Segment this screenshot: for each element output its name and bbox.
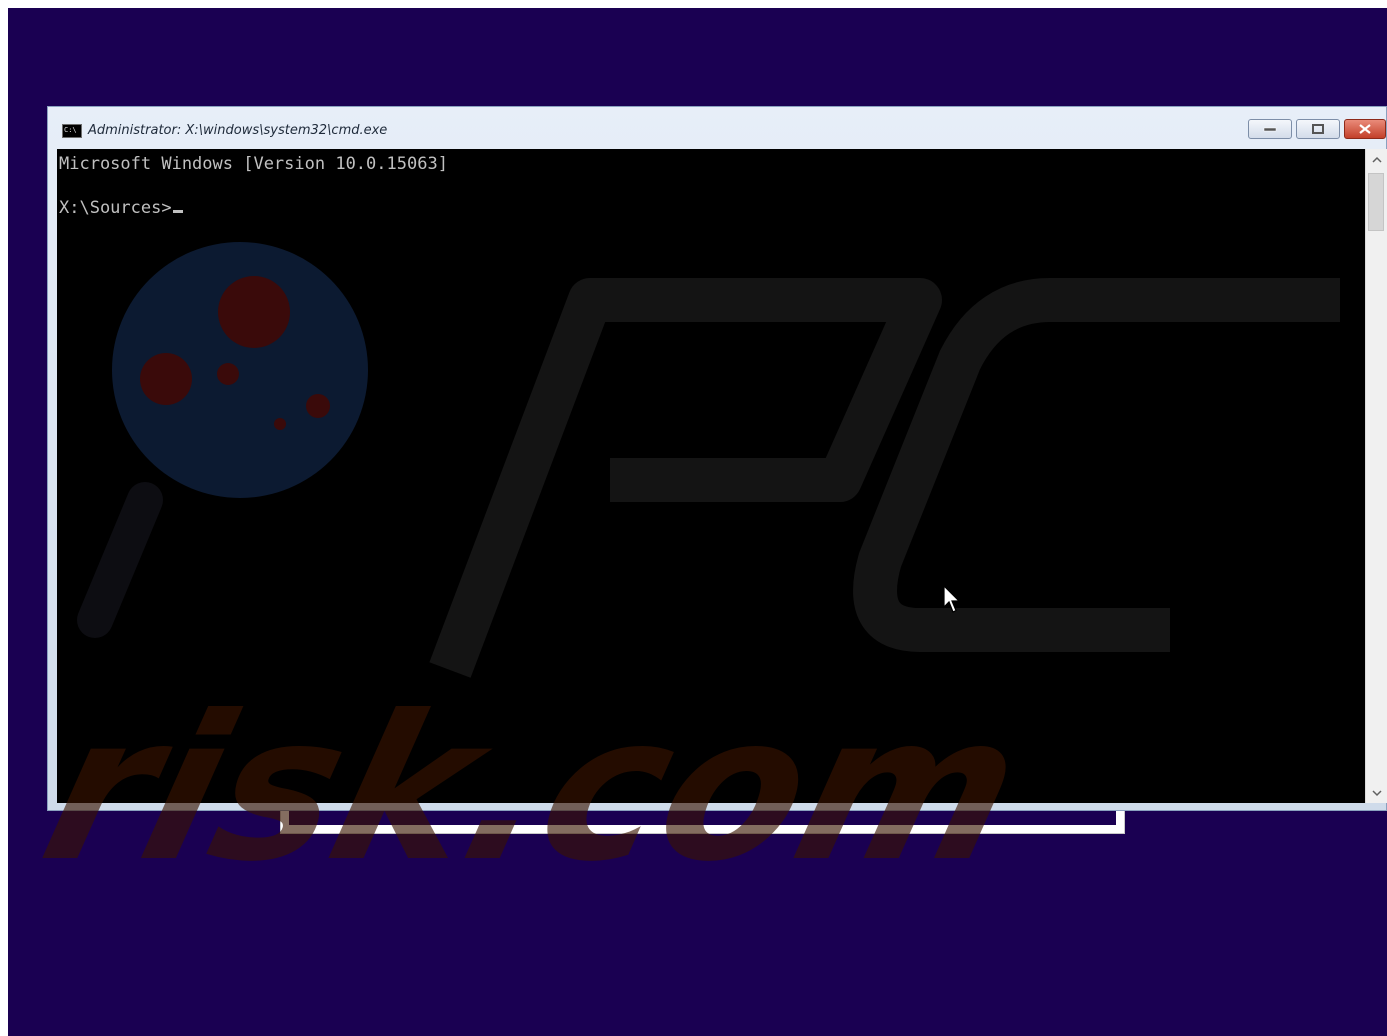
close-button[interactable]: [1344, 119, 1386, 139]
console-prompt: X:\Sources>: [59, 198, 172, 218]
minimize-button[interactable]: [1248, 119, 1292, 139]
cmd-window[interactable]: C:\ Administrator: X:\windows\system32\c…: [47, 106, 1387, 811]
console-version-line: Microsoft Windows [Version 10.0.15063]: [59, 154, 448, 174]
text-cursor: [172, 210, 183, 213]
vertical-scrollbar[interactable]: [1365, 149, 1387, 803]
scroll-down-arrow[interactable]: [1366, 783, 1387, 803]
maximize-button[interactable]: [1296, 119, 1340, 139]
console-output[interactable]: Microsoft Windows [Version 10.0.15063] X…: [57, 149, 1365, 803]
mouse-pointer-icon: [943, 585, 961, 613]
scroll-thumb[interactable]: [1368, 173, 1384, 231]
minimize-icon: [1249, 120, 1291, 138]
caption-buttons: [1244, 119, 1386, 141]
close-icon: [1345, 120, 1385, 138]
cmd-icon: C:\: [62, 124, 82, 138]
title-bar[interactable]: C:\ Administrator: X:\windows\system32\c…: [48, 107, 1386, 149]
maximize-icon: [1297, 120, 1339, 138]
window-title: Administrator: X:\windows\system32\cmd.e…: [88, 123, 388, 138]
scroll-up-arrow[interactable]: [1366, 149, 1387, 169]
desktop: C:\ Administrator: X:\windows\system32\c…: [0, 0, 1387, 1036]
